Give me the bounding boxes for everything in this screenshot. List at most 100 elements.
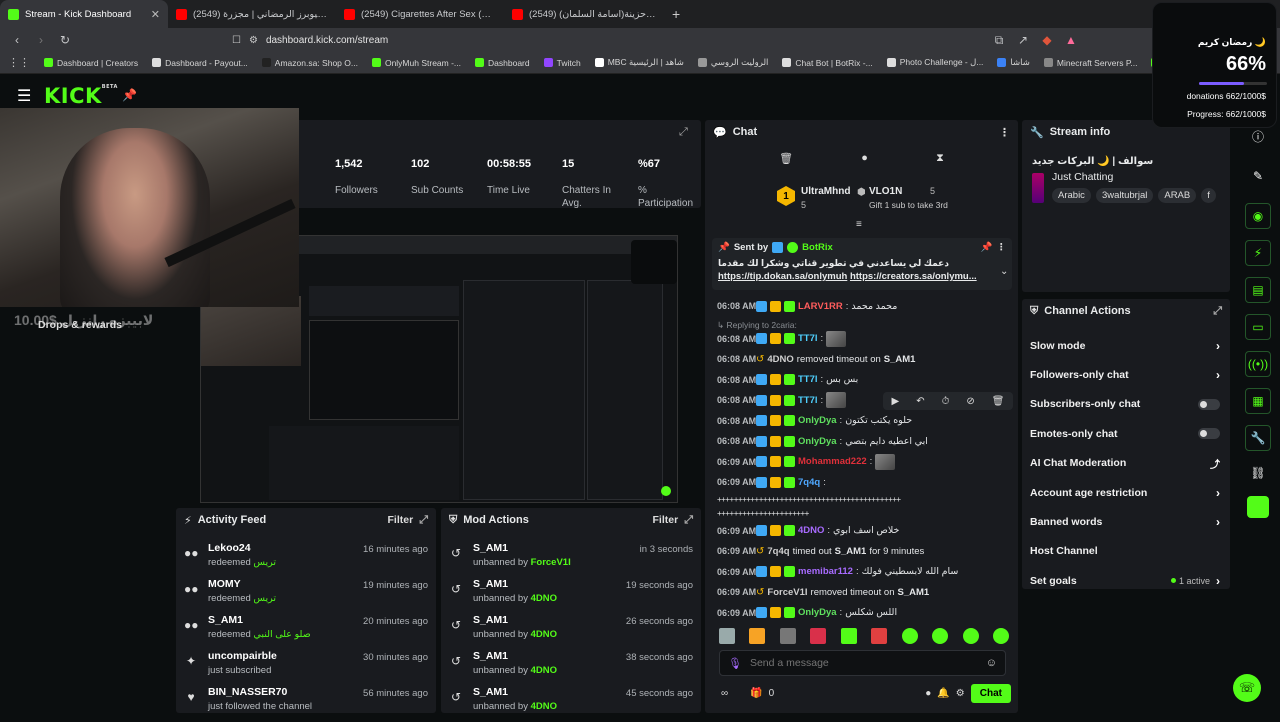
category-thumbnail[interactable] xyxy=(1032,173,1044,203)
popout-icon[interactable]: ⤢ xyxy=(419,514,428,527)
unpin-icon[interactable]: 📌 xyxy=(981,242,993,253)
emote-icon[interactable] xyxy=(962,628,979,644)
share-icon[interactable]: ↗ xyxy=(1016,33,1030,47)
collapse-gifters-icon[interactable]: ≡ xyxy=(856,219,862,230)
chat-message[interactable]: 06:09 AM ↺ ForceV1I removed timeout on S_AM1 xyxy=(705,582,1018,603)
delete-icon[interactable]: 🗑 xyxy=(992,396,1005,407)
pinned-message[interactable]: 📌 Sent by BotRix 📌 ⋮ دعمك لي يساعدني في … xyxy=(712,238,1012,290)
feed-username[interactable]: MOMY xyxy=(208,578,276,590)
chat-username[interactable]: LARV1RR xyxy=(798,301,843,312)
chat-message[interactable]: 06:09 AM 4DNO: خلاص اسف ابوي xyxy=(705,521,1018,542)
hourglass-icon[interactable]: ⧗ xyxy=(936,152,944,165)
record-icon[interactable]: ◉ xyxy=(1245,203,1271,229)
mod-target-user[interactable]: S_AM1 xyxy=(473,578,557,590)
stream-tag[interactable]: Arabic xyxy=(1052,188,1091,203)
stream-tag[interactable]: 3waltubrjal xyxy=(1095,188,1154,203)
mod-target-user[interactable]: S_AM1 xyxy=(473,614,557,626)
chat-message[interactable]: 06:08 AM TT7l: بس بس xyxy=(705,370,1018,391)
timeout-icon[interactable]: ⏱ xyxy=(942,396,950,407)
bolt-icon[interactable]: ⚡ xyxy=(1245,240,1271,266)
microphone-icon[interactable]: 🎙 xyxy=(728,657,742,670)
chat-message[interactable]: 06:08 AM ↺ 4DNO removed timeout on S_AM1 xyxy=(705,349,1018,370)
gift-icon[interactable]: 🎁 xyxy=(750,688,762,699)
mod-target-user[interactable]: S_AM1 xyxy=(473,650,557,662)
popout-icon[interactable]: ⤢ xyxy=(679,126,688,139)
bookmark-item[interactable]: الروليت الروسي xyxy=(697,57,768,68)
chat-username[interactable]: memibar112 xyxy=(798,566,853,577)
browser-tab[interactable]: Stream - Kick Dashboard ✕ xyxy=(0,0,168,28)
emote-icon[interactable] xyxy=(749,628,766,644)
chat-mod-target[interactable]: S_AM1 xyxy=(898,587,930,598)
mod-by-user[interactable]: 4DNO xyxy=(531,665,557,676)
kick-logo[interactable]: KICKBETA xyxy=(44,84,118,108)
chat-message[interactable]: 06:09 AM 7q4q: xyxy=(705,472,1018,493)
close-tab-icon[interactable]: ✕ xyxy=(151,8,160,21)
filter-button[interactable]: Filter xyxy=(388,514,414,526)
bookmark-item[interactable]: Minecraft Servers P... xyxy=(1043,58,1137,68)
emote-icon[interactable] xyxy=(871,628,888,644)
chat-username[interactable]: 4DNO xyxy=(798,525,824,536)
pinned-link[interactable]: https://creators.sa/onlymu... xyxy=(850,271,977,282)
feed-username[interactable]: BIN_NASSER70 xyxy=(208,686,312,698)
bookmark-item[interactable]: Dashboard - Payout... xyxy=(152,58,248,68)
reply-icon[interactable]: ↶ xyxy=(916,396,924,407)
ban-icon[interactable]: ⊘ xyxy=(966,396,974,407)
gifter-name[interactable]: VLO1N xyxy=(869,186,902,197)
toggle-switch[interactable] xyxy=(1198,398,1220,410)
emote-icon[interactable] xyxy=(840,628,857,644)
broadcast-icon[interactable]: ((•)) xyxy=(1245,351,1271,377)
chat-username[interactable]: 7q4q xyxy=(798,477,820,488)
emote-icon[interactable] xyxy=(719,628,735,644)
pinned-menu-icon[interactable]: ⋮ xyxy=(997,242,1007,253)
chat-message[interactable]: 06:09 AM ↺ 7q4q timed out S_AM1 for 9 minutes xyxy=(705,541,1018,562)
chat-message[interactable]: 06:08 AM LARV1RR: محمد محمد xyxy=(705,296,1018,317)
chat-menu-icon[interactable]: ⋮ xyxy=(999,126,1010,139)
support-button[interactable]: ☏ xyxy=(1233,674,1261,702)
play-icon[interactable]: ▶ xyxy=(892,396,900,407)
link-icon[interactable]: ⛓ xyxy=(1250,466,1265,480)
category-name[interactable]: Just Chatting xyxy=(1052,171,1220,183)
mod-target-user[interactable]: S_AM1 xyxy=(473,542,571,554)
info-icon[interactable]: ⓘ xyxy=(1252,128,1264,145)
menu-icon[interactable]: ☰ xyxy=(17,86,31,106)
channel-action-8[interactable]: Set goals 1 active › xyxy=(1022,566,1230,595)
channel-action-3[interactable]: Emotes-only chat xyxy=(1022,419,1230,448)
chat-message[interactable]: 06:08 AM OnlyDya: ابي اعطيه دايم بتصي xyxy=(705,431,1018,452)
channel-action-6[interactable]: Banned words › xyxy=(1022,507,1230,536)
chat-message[interactable]: 06:09 AM Mohammad222: xyxy=(705,452,1018,473)
shield-icon[interactable]: ◆ xyxy=(1040,33,1054,47)
chat-message[interactable]: 06:09 AM memibar112: سام الله لابسطيني فول… xyxy=(705,562,1018,583)
mod-target-user[interactable]: S_AM1 xyxy=(473,686,557,698)
chat-message[interactable]: ++++++++++++++++++++++++++++++++++++++++… xyxy=(705,493,1018,507)
chat-username[interactable]: ForceV1I xyxy=(767,587,807,598)
bookmark-item[interactable]: Amazon.sa: Shop O... xyxy=(261,58,358,68)
chat-username[interactable]: TT7l xyxy=(798,333,818,344)
chat-username[interactable]: OnlyDya xyxy=(798,436,837,447)
chat-icon[interactable]: ▭ xyxy=(1245,314,1271,340)
bookmark-item[interactable]: Photo Challenge - ل... xyxy=(886,57,983,68)
settings-icon[interactable]: ⚙ xyxy=(956,688,965,699)
popout-icon[interactable]: ⤢ xyxy=(1213,305,1222,318)
chat-message[interactable]: 06:09 AM OnlyDya: اللس شكلس xyxy=(705,603,1018,624)
chat-input[interactable] xyxy=(749,657,978,669)
alert-icon[interactable]: ▲ xyxy=(1064,33,1078,47)
browser-tab[interactable]: (2549) Cigarettes After Sex (Full Albu xyxy=(336,0,504,28)
channel-action-7[interactable]: Host Channel xyxy=(1022,537,1230,566)
chat-mod-target[interactable]: S_AM1 xyxy=(884,354,916,365)
mod-by-user[interactable]: 4DNO xyxy=(531,701,557,712)
app-icon[interactable] xyxy=(1247,496,1269,518)
channel-action-1[interactable]: Followers-only chat › xyxy=(1022,360,1230,389)
emoji-icon[interactable]: ☺ xyxy=(986,657,997,669)
chat-username[interactable]: 4DNO xyxy=(767,354,793,365)
bookmark-item[interactable]: MBC شاهد | الرئيسية xyxy=(594,57,684,68)
emote-icon[interactable] xyxy=(810,628,827,644)
mod-by-user[interactable]: 4DNO xyxy=(531,593,557,604)
expand-pinned-icon[interactable]: ⌄ xyxy=(1000,266,1008,277)
bookmark-star-icon[interactable]: ☐ xyxy=(232,35,241,46)
toggle-switch[interactable] xyxy=(1198,428,1220,440)
chat-message[interactable]: 06:08 AM OnlyDya: حلوه يكتب تكتون xyxy=(705,411,1018,432)
tools-icon[interactable]: 🔧 xyxy=(1245,425,1271,451)
emote-icon[interactable] xyxy=(779,628,796,644)
chat-username[interactable]: OnlyDya xyxy=(798,415,837,426)
apps-icon[interactable]: ⋮⋮ xyxy=(8,56,30,69)
